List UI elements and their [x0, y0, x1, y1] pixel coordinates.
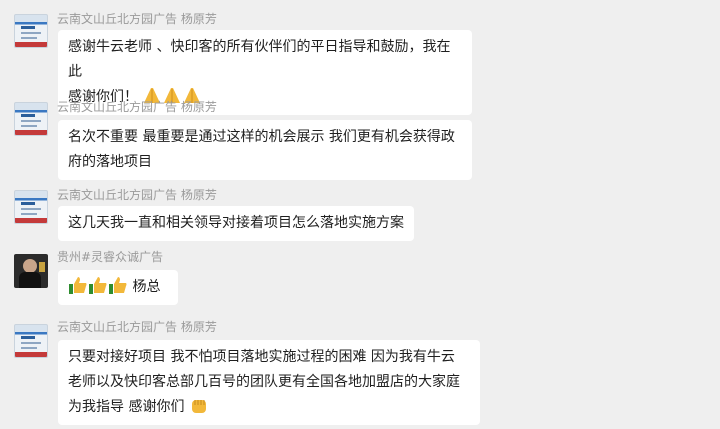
message-line: 杨总 — [68, 275, 168, 300]
avatar[interactable] — [14, 190, 48, 224]
sender-name: 云南文山丘北方园广告 杨原芳 — [57, 320, 217, 334]
message-line: 为我指导 感谢你们 — [68, 395, 470, 420]
message-line: 只要对接好项目 我不怕项目落地实施过程的困难 因为我有牛云 — [68, 349, 455, 365]
sender-name: 云南文山丘北方园广告 杨原芳 — [57, 188, 217, 202]
message-line: 府的落地项目 — [68, 154, 152, 170]
message-line: 这几天我一直和相关领导对接着项目怎么落地实施方案 — [68, 215, 404, 231]
message-line: 名次不重要 最重要是通过这样的机会展示 我们更有机会获得政 — [68, 129, 455, 145]
fist-icon — [191, 400, 206, 413]
avatar[interactable] — [14, 324, 48, 358]
message-bubble[interactable]: 只要对接好项目 我不怕项目落地实施过程的困难 因为我有牛云 老师以及快印客总部几… — [58, 340, 480, 425]
avatar[interactable] — [14, 254, 48, 288]
message-bubble[interactable]: 名次不重要 最重要是通过这样的机会展示 我们更有机会获得政 府的落地项目 — [58, 120, 472, 180]
message-bubble[interactable]: 杨总 — [58, 270, 178, 305]
thumbs-up-icon — [89, 277, 107, 294]
sender-name: 贵州#灵睿众诚广告 — [57, 250, 164, 264]
message-line: 老师以及快印客总部几百号的团队更有全国各地加盟店的大家庭 — [68, 374, 460, 390]
message-line: 感谢牛云老师 、快印客的所有伙伴们的平日指导和鼓励，我在此 — [68, 39, 451, 80]
avatar[interactable] — [14, 102, 48, 136]
thumbs-up-icon — [109, 277, 127, 294]
sender-name: 云南文山丘北方园广告 杨原芳 — [57, 12, 217, 26]
avatar[interactable] — [14, 14, 48, 48]
message-bubble[interactable]: 这几天我一直和相关领导对接着项目怎么落地实施方案 — [58, 206, 414, 241]
thumbs-up-icon — [69, 277, 87, 294]
sender-name: 云南文山丘北方园广告 杨原芳 — [57, 100, 217, 114]
